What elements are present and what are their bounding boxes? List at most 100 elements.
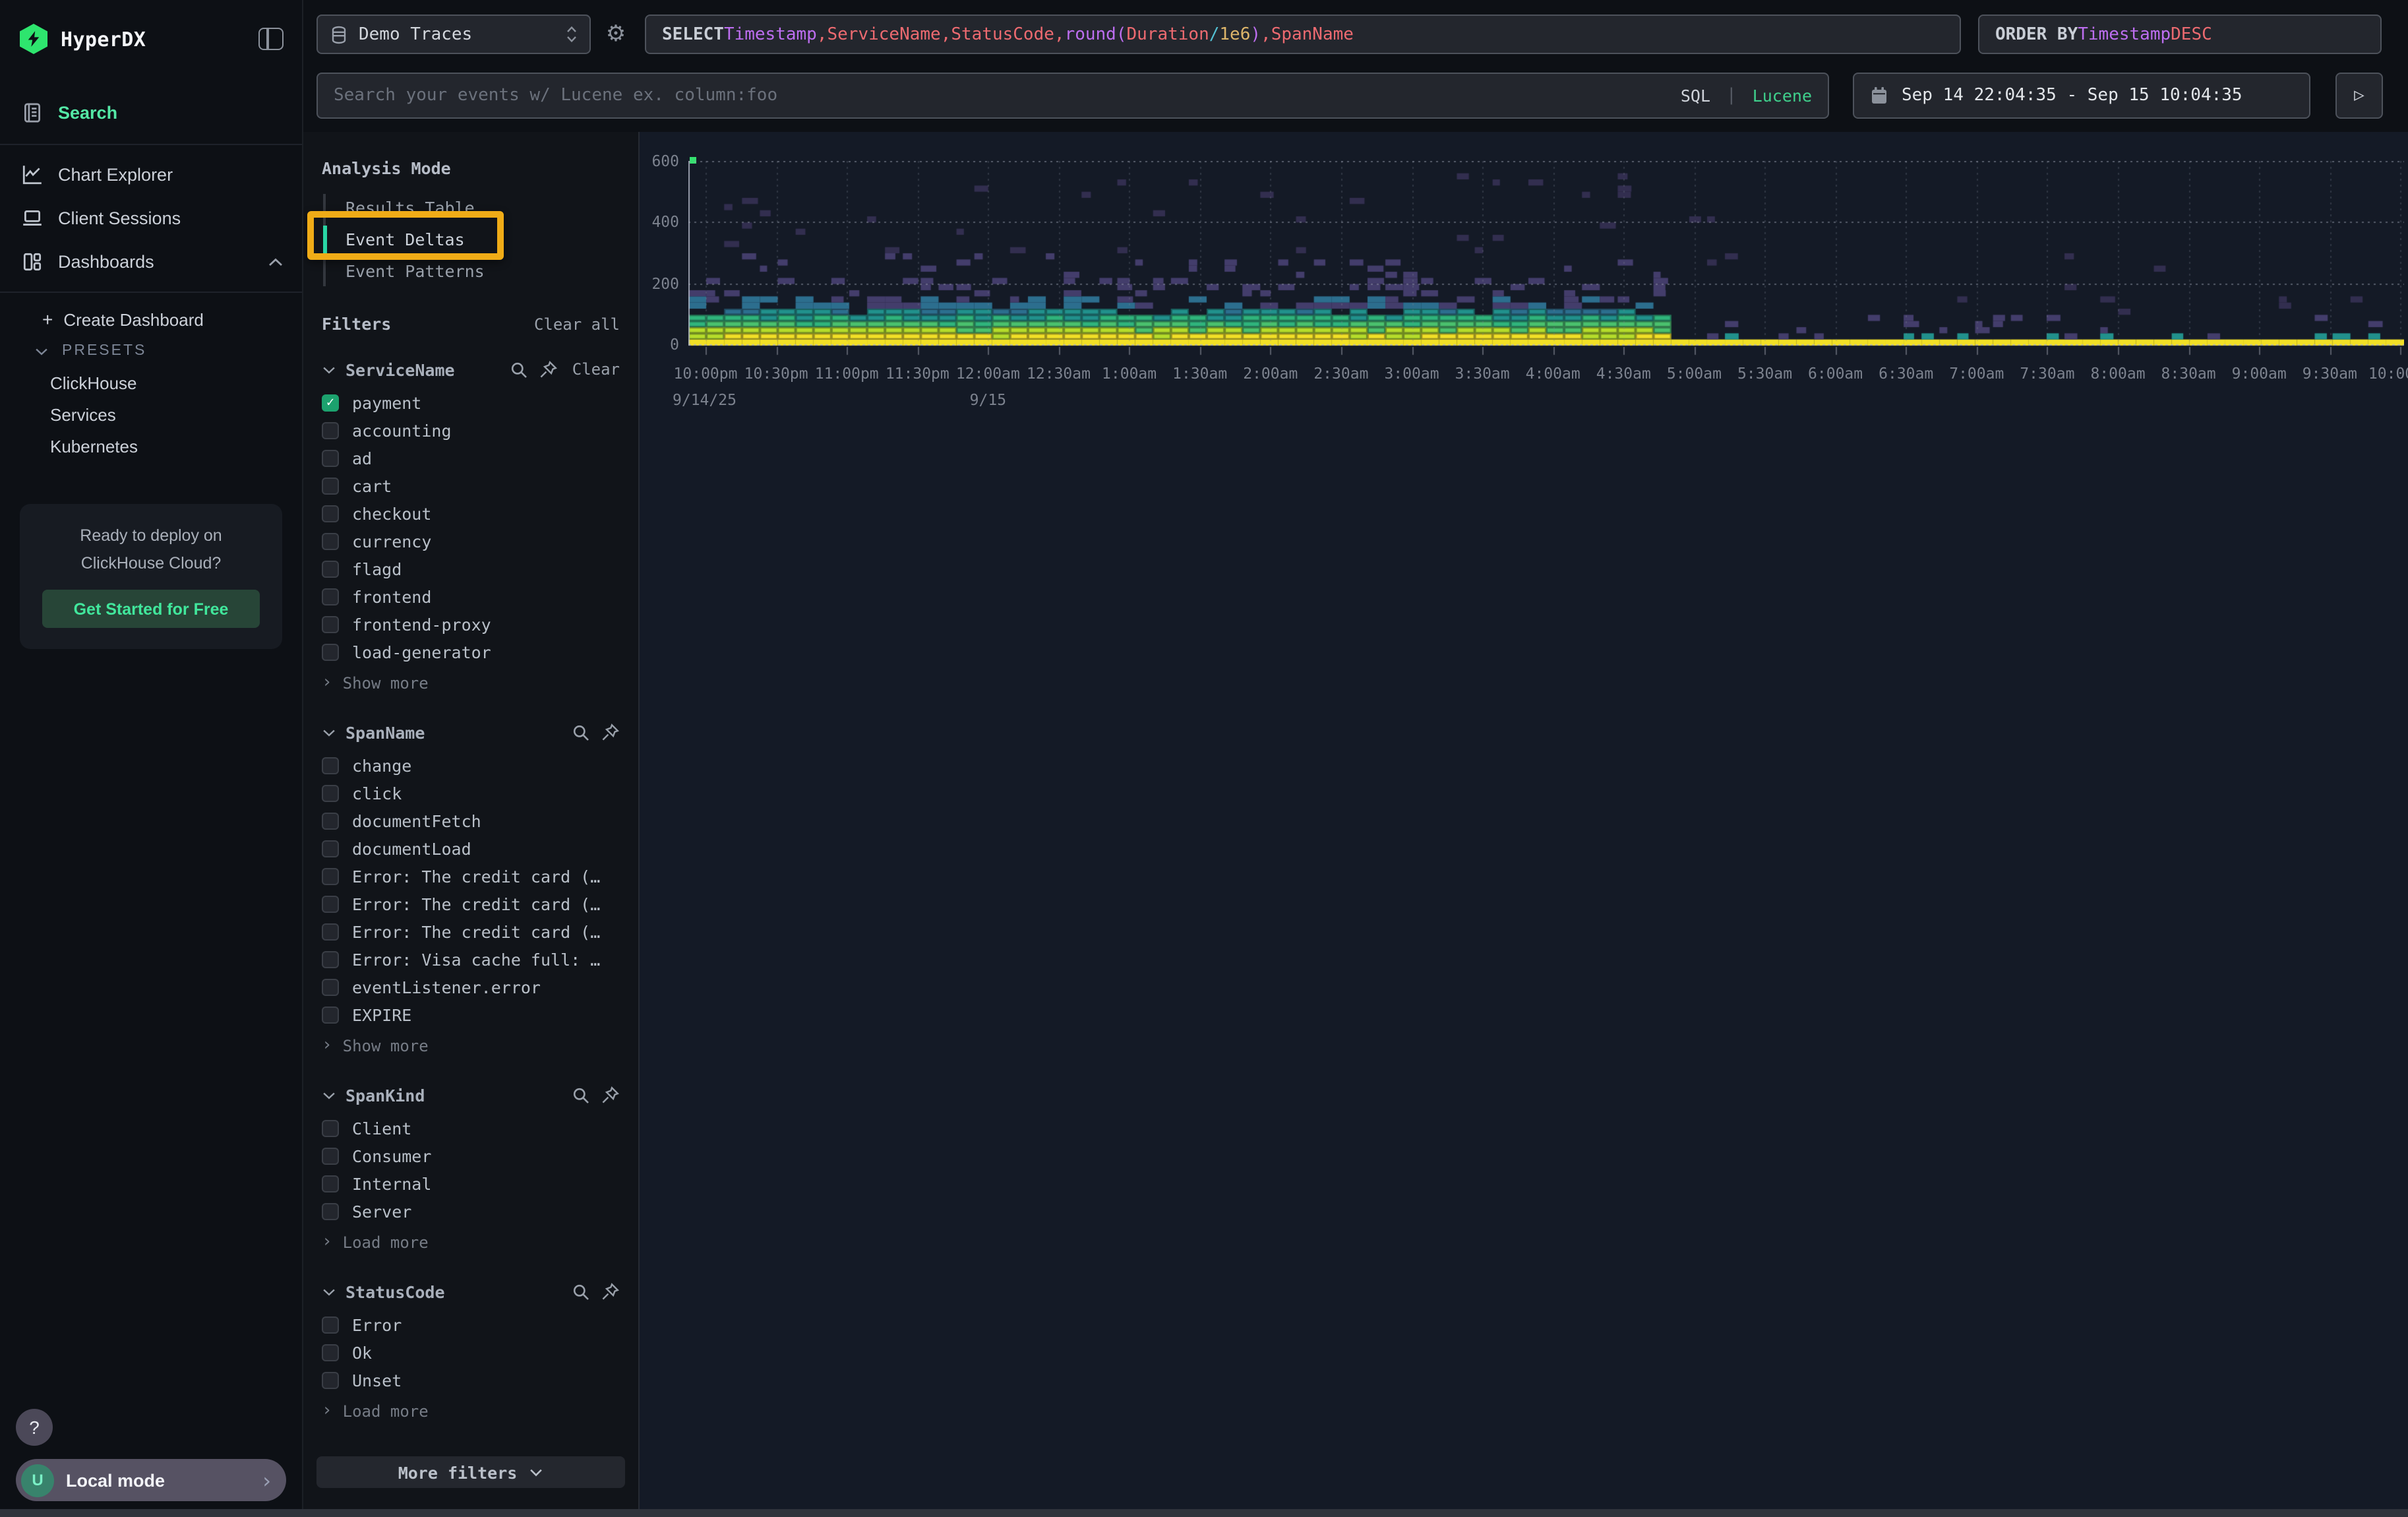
filter-checkbox-row[interactable]: Internal — [322, 1170, 620, 1198]
mode-results-table[interactable]: Results Table — [303, 191, 638, 223]
filter-checkbox-row[interactable]: Server — [322, 1198, 620, 1225]
checkbox-unchecked[interactable] — [322, 1372, 339, 1389]
checkbox-unchecked[interactable] — [322, 422, 339, 439]
pin-icon[interactable] — [600, 1085, 620, 1105]
checkbox-checked[interactable]: ✓ — [322, 394, 339, 412]
filter-group-header[interactable]: StatusCode — [322, 1280, 620, 1303]
filter-checkbox-row[interactable]: accounting — [322, 417, 620, 445]
sidebar-item-clickhouse[interactable]: ClickHouse — [0, 367, 302, 398]
checkbox-unchecked[interactable] — [322, 1203, 339, 1220]
show-more-button[interactable]: ›Show more — [322, 669, 620, 697]
sidebar-item-chart-explorer[interactable]: Chart Explorer — [0, 153, 302, 197]
search-icon[interactable] — [571, 722, 591, 742]
filter-checkbox-row[interactable]: checkout — [322, 500, 620, 528]
help-button[interactable]: ? — [16, 1409, 53, 1446]
date-range-picker[interactable]: Sep 14 22:04:35 - Sep 15 10:04:35 — [1853, 73, 2310, 119]
show-more-button[interactable]: ›Show more — [322, 1032, 620, 1059]
filter-checkbox-row[interactable]: Client — [322, 1115, 620, 1142]
user-menu-pill[interactable]: U Local mode › — [16, 1459, 286, 1501]
source-select[interactable]: Demo Traces — [316, 15, 591, 54]
filter-checkbox-row[interactable]: documentLoad — [322, 835, 620, 863]
sidebar-item-client-sessions[interactable]: Client Sessions — [0, 197, 302, 240]
filter-checkbox-row[interactable]: eventListener.error — [322, 974, 620, 1001]
checkbox-unchecked[interactable] — [322, 896, 339, 913]
checkbox-unchecked[interactable] — [322, 478, 339, 495]
collapse-sidebar-icon[interactable] — [258, 28, 284, 50]
filter-checkbox-row[interactable]: frontend-proxy — [322, 611, 620, 638]
more-filters-button[interactable]: More filters — [316, 1456, 625, 1488]
filter-checkbox-row[interactable]: Error: The credit card (… — [322, 863, 620, 890]
sql-mode-toggle[interactable]: SQL — [1681, 86, 1710, 106]
checkbox-unchecked[interactable] — [322, 505, 339, 522]
filter-group-header[interactable]: ServiceNameClear — [322, 357, 620, 381]
search-icon[interactable] — [571, 1085, 591, 1105]
filter-checkbox-row[interactable]: Ok — [322, 1339, 620, 1367]
filter-checkbox-row[interactable]: load-generator — [322, 638, 620, 666]
chevron-down-icon[interactable] — [322, 728, 336, 737]
order-by-input[interactable]: ORDER BY Timestamp DESC — [1978, 15, 2382, 54]
checkbox-unchecked[interactable] — [322, 1344, 339, 1361]
run-query-button[interactable]: ▷ — [2335, 73, 2383, 119]
checkbox-unchecked[interactable] — [322, 1175, 339, 1192]
pin-icon[interactable] — [600, 722, 620, 742]
gear-icon[interactable]: ⚙ — [599, 16, 633, 53]
checkbox-unchecked[interactable] — [322, 757, 339, 774]
search-icon[interactable] — [571, 1282, 591, 1301]
filter-checkbox-row[interactable]: Consumer — [322, 1142, 620, 1170]
filter-checkbox-row[interactable]: Error: The credit card (… — [322, 918, 620, 946]
checkbox-unchecked[interactable] — [322, 1120, 339, 1137]
filter-checkbox-row[interactable]: cart — [322, 472, 620, 500]
filter-checkbox-row[interactable]: ✓payment — [322, 389, 620, 417]
filter-clear-button[interactable]: Clear — [572, 360, 620, 379]
filter-checkbox-row[interactable]: ad — [322, 445, 620, 472]
filter-checkbox-row[interactable]: flagd — [322, 555, 620, 583]
filter-checkbox-row[interactable]: frontend — [322, 583, 620, 611]
sidebar-item-kubernetes[interactable]: Kubernetes — [0, 430, 302, 462]
get-started-button[interactable]: Get Started for Free — [42, 590, 260, 628]
presets-toggle[interactable]: PRESETS — [0, 335, 302, 367]
checkbox-unchecked[interactable] — [322, 644, 339, 661]
checkbox-unchecked[interactable] — [322, 979, 339, 996]
duration-heatmap-canvas[interactable] — [688, 161, 2404, 356]
filter-checkbox-row[interactable]: Unset — [322, 1367, 620, 1394]
filter-checkbox-row[interactable]: documentFetch — [322, 807, 620, 835]
filter-checkbox-row[interactable]: change — [322, 752, 620, 780]
create-dashboard-button[interactable]: + Create Dashboard — [0, 303, 302, 335]
show-more-button[interactable]: ›Load more — [322, 1397, 620, 1425]
show-more-button[interactable]: ›Load more — [322, 1228, 620, 1256]
chevron-down-icon[interactable] — [322, 1287, 336, 1296]
mode-event-patterns[interactable]: Event Patterns — [303, 255, 638, 286]
checkbox-unchecked[interactable] — [322, 923, 339, 941]
filter-group-header[interactable]: SpanKind — [322, 1083, 620, 1107]
pin-icon[interactable] — [538, 359, 558, 379]
clear-all-button[interactable]: Clear all — [534, 315, 620, 334]
checkbox-unchecked[interactable] — [322, 561, 339, 578]
pin-icon[interactable] — [600, 1282, 620, 1301]
checkbox-unchecked[interactable] — [322, 813, 339, 830]
filter-checkbox-row[interactable]: EXPIRE — [322, 1001, 620, 1029]
filter-checkbox-row[interactable]: currency — [322, 528, 620, 555]
checkbox-unchecked[interactable] — [322, 588, 339, 605]
select-query-input[interactable]: SELECT Timestamp, ServiceName, StatusCod… — [645, 15, 1961, 54]
checkbox-unchecked[interactable] — [322, 785, 339, 802]
search-icon[interactable] — [509, 359, 529, 379]
chevron-down-icon[interactable] — [322, 365, 336, 374]
checkbox-unchecked[interactable] — [322, 533, 339, 550]
chevron-down-icon[interactable] — [322, 1090, 336, 1099]
checkbox-unchecked[interactable] — [322, 1148, 339, 1165]
checkbox-unchecked[interactable] — [322, 450, 339, 467]
sidebar-item-dashboards[interactable]: Dashboards — [0, 240, 302, 284]
mode-event-deltas[interactable]: Event Deltas — [303, 223, 638, 255]
checkbox-unchecked[interactable] — [322, 951, 339, 968]
filter-checkbox-row[interactable]: click — [322, 780, 620, 807]
filter-checkbox-row[interactable]: Error — [322, 1311, 620, 1339]
lucene-search-input[interactable]: Search your events w/ Lucene ex. column:… — [316, 73, 1829, 119]
lucene-mode-toggle[interactable]: Lucene — [1753, 86, 1812, 106]
checkbox-unchecked[interactable] — [322, 840, 339, 857]
sidebar-item-search[interactable]: Search — [0, 88, 302, 136]
sidebar-item-services[interactable]: Services — [0, 398, 302, 430]
filter-group-header[interactable]: SpanName — [322, 720, 620, 744]
checkbox-unchecked[interactable] — [322, 868, 339, 885]
checkbox-unchecked[interactable] — [322, 1006, 339, 1024]
filter-checkbox-row[interactable]: Error: Visa cache full: … — [322, 946, 620, 974]
